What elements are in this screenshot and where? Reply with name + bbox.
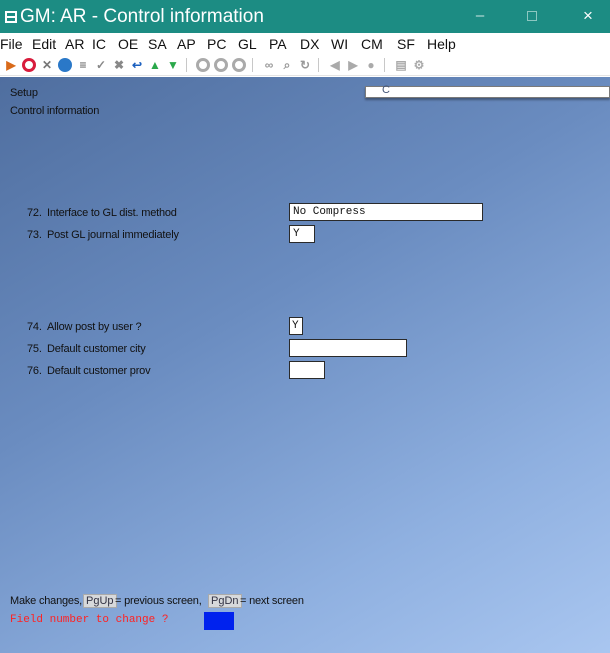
toolbar-separator [186,58,187,72]
circle-1-icon[interactable] [196,58,210,72]
field-72-label: Interface to GL dist. method [47,207,177,219]
field-74-input[interactable]: Y [289,317,303,335]
menu-ic[interactable]: IC [92,36,106,52]
menu-file[interactable]: File [0,36,23,52]
check-icon[interactable]: ✓ [94,58,108,72]
toolbar-separator [252,58,253,72]
field-72-input[interactable]: No Compress [289,203,483,221]
title-bar: GM: AR - Control information – × [0,0,610,33]
undo-icon[interactable]: ↩ [130,58,144,72]
delete-icon[interactable]: ✖ [112,58,126,72]
maximize-button[interactable] [512,4,552,28]
binoculars-icon[interactable]: ∞ [262,58,276,72]
app-icon[interactable] [5,11,17,23]
circle-2-icon[interactable] [214,58,228,72]
settings-icon[interactable]: ⚙ [412,58,426,72]
toolbar-separator [384,58,385,72]
pgdn-key[interactable]: PgDn [208,594,242,608]
globe-icon[interactable] [58,58,72,72]
toolbar-separator [318,58,319,72]
menu-dx[interactable]: DX [300,36,319,52]
refresh-icon[interactable]: ↻ [298,58,312,72]
menu-pa[interactable]: PA [269,36,287,52]
pgup-description: = previous screen, [115,595,202,607]
stop-icon[interactable] [22,58,36,72]
minimize-button[interactable]: – [460,4,500,28]
field-73-label: Post GL journal immediately [47,229,179,241]
menu-gl[interactable]: GL [238,36,257,52]
field-73-input[interactable]: Y [289,225,315,243]
status-text: C [382,84,390,96]
list-icon[interactable]: ≡ [76,58,90,72]
setup-label: Setup [10,87,38,99]
field-75-label: Default customer city [47,343,146,355]
window-title: GM: AR - Control information [20,6,264,27]
menu-wi[interactable]: WI [331,36,348,52]
menu-sf[interactable]: SF [397,36,415,52]
menu-help[interactable]: Help [427,36,456,52]
field-75-number: 75. [27,343,42,355]
tools-icon[interactable]: ✕ [40,58,54,72]
next-icon[interactable]: ▶ [346,58,360,72]
pgup-key[interactable]: PgUp [83,594,117,608]
up-arrow-icon[interactable]: ▲ [148,58,162,72]
field-76-input[interactable] [289,361,325,379]
menu-sa[interactable]: SA [148,36,167,52]
field-74-label: Allow post by user ? [47,321,142,333]
menu-pc[interactable]: PC [207,36,226,52]
record-icon[interactable]: ● [364,58,378,72]
field-75-input[interactable] [289,339,407,357]
pgdn-description: = next screen [240,595,304,607]
menu-ap[interactable]: AP [177,36,196,52]
maximize-icon [527,11,537,22]
menu-edit[interactable]: Edit [32,36,56,52]
calculator-icon[interactable]: ▤ [394,58,408,72]
field-72-number: 72. [27,207,42,219]
input-cursor[interactable] [204,612,234,630]
zoom-icon[interactable]: ⌕ [280,58,294,72]
main-panel: Setup Control information C 72. Interfac… [0,77,610,653]
down-arrow-icon[interactable]: ▼ [166,58,180,72]
field-74-number: 74. [27,321,42,333]
circle-3-icon[interactable] [232,58,246,72]
toolbar: ▶ ✕ ≡ ✓ ✖ ↩ ▲ ▼ ∞ ⌕ ↻ ◀ ▶ ● ▤ ⚙ [0,54,610,76]
close-button[interactable]: × [568,4,608,28]
field-76-label: Default customer prov [47,365,151,377]
menu-cm[interactable]: CM [361,36,383,52]
menu-bar: File Edit AR IC OE SA AP PC GL PA DX WI … [0,33,610,54]
make-changes-text: Make changes, [10,595,82,607]
menu-oe[interactable]: OE [118,36,138,52]
field-number-prompt: Field number to change ? [10,614,169,626]
menu-ar[interactable]: AR [65,36,84,52]
open-icon[interactable]: ▶ [4,58,18,72]
screen-title: Control information [10,105,100,117]
prev-icon[interactable]: ◀ [328,58,342,72]
field-76-number: 76. [27,365,42,377]
status-bar [365,86,610,98]
field-73-number: 73. [27,229,42,241]
